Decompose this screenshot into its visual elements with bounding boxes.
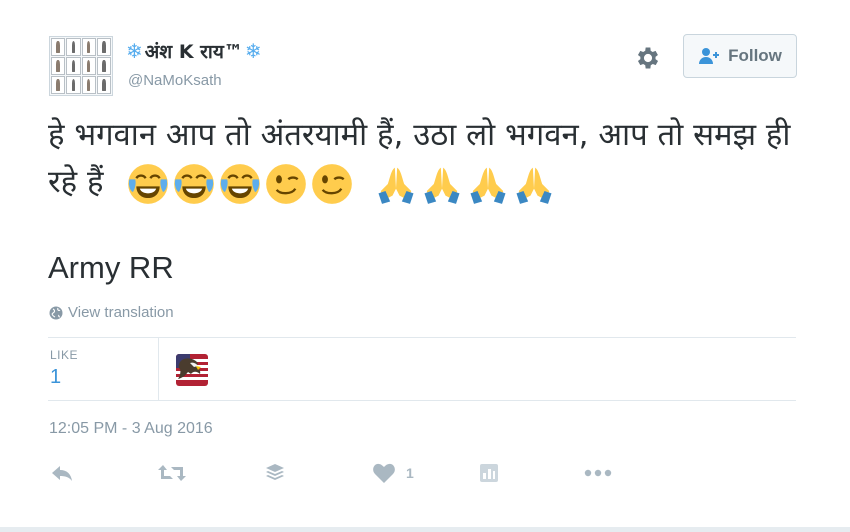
tears-of-joy-emoji-icon (128, 163, 169, 204)
avatar-tile (66, 38, 81, 56)
avatar-tile (81, 57, 96, 75)
stats-separator (158, 338, 159, 400)
follow-button-label: Follow (728, 46, 782, 65)
layers-icon (266, 464, 284, 480)
snowflake-icon: ❄ (126, 39, 143, 63)
avatar-tile (96, 76, 111, 94)
tears-of-joy-emoji-icon (220, 163, 261, 204)
avatar-tile (51, 57, 66, 75)
winking-face-emoji-icon (312, 163, 353, 204)
analytics-icon (480, 464, 498, 482)
avatar-tile (81, 76, 96, 94)
like-button[interactable]: 1 (372, 458, 414, 488)
likes-label: LIKE (50, 348, 79, 362)
likes-count[interactable]: 1 (50, 366, 61, 389)
bottom-border (0, 527, 850, 532)
avatar-tile (96, 57, 111, 75)
view-translation-label: View translation (68, 304, 174, 321)
avatar-tile (51, 38, 66, 56)
profile-avatar[interactable] (49, 36, 113, 96)
emoji-row (127, 163, 555, 205)
winking-face-emoji-icon (266, 163, 307, 204)
view-translation-link[interactable]: View translation (49, 304, 174, 321)
tears-of-joy-emoji-icon (174, 163, 215, 204)
display-name[interactable]: ❄ अंश K राय™ ❄ (126, 38, 262, 64)
tweet-timestamp[interactable]: 12:05 PM - 3 Aug 2016 (49, 420, 213, 438)
analytics-button[interactable] (480, 458, 498, 488)
tweet-text-line2: Army RR (48, 250, 174, 285)
globe-icon (49, 306, 63, 319)
folded-hands-emoji-icon (470, 167, 506, 204)
moments-button[interactable] (264, 458, 286, 488)
snowflake-icon: ❄ (244, 39, 262, 63)
gear-icon[interactable] (634, 44, 662, 72)
liker-avatar[interactable] (176, 354, 208, 386)
divider (48, 400, 796, 401)
tweet-text: हे भगवान आप तो अंतरयामी हैं, उठा लो भगवन… (48, 112, 808, 206)
retweet-icon (158, 465, 186, 481)
avatar-tile (51, 76, 66, 94)
folded-hands-emoji-icon (378, 167, 414, 204)
display-name-text: अंश K राय™ (144, 41, 243, 63)
folded-hands-emoji-icon (424, 167, 460, 204)
heart-icon (373, 463, 395, 483)
folded-hands-emoji-icon (516, 167, 552, 204)
follow-button[interactable]: Follow (683, 34, 797, 78)
avatar-tile (66, 57, 81, 75)
add-user-icon (699, 48, 720, 64)
user-handle[interactable]: @NaMoKsath (128, 72, 222, 89)
retweet-button[interactable] (158, 458, 186, 488)
more-button[interactable] (584, 458, 612, 488)
reply-icon (52, 466, 72, 481)
avatar-tile (96, 38, 111, 56)
like-button-count: 1 (406, 465, 414, 481)
avatar-tile (66, 76, 81, 94)
tweet-stats: LIKE 1 (48, 338, 796, 400)
reply-button[interactable] (50, 458, 74, 488)
more-dots-icon (584, 469, 612, 477)
avatar-tile (81, 38, 96, 56)
